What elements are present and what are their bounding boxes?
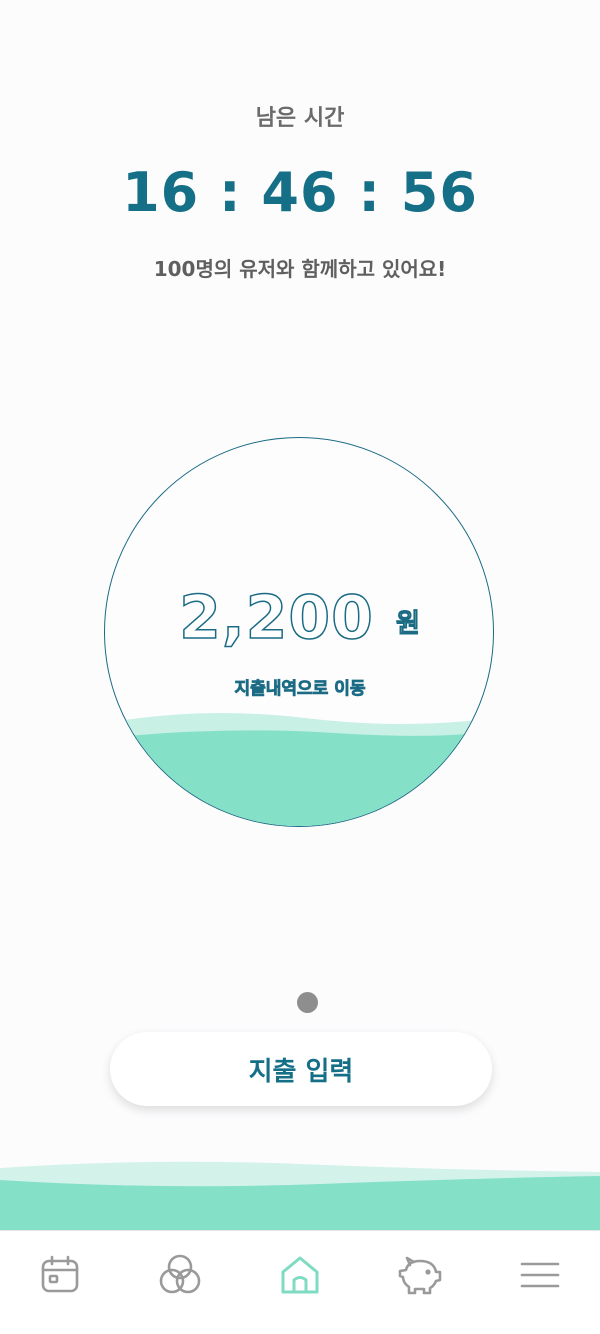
page-indicator-dot	[297, 992, 318, 1013]
bottom-tab-bar	[0, 1230, 600, 1334]
users-count-text: 100명의 유저와 함께하고 있어요!	[153, 257, 447, 281]
amount-value: 2,200	[178, 582, 374, 654]
currency-unit: 원	[395, 608, 421, 639]
menu-icon	[520, 1262, 560, 1288]
venn-circles-icon	[159, 1254, 201, 1294]
countdown-timer: 16 : 46 : 56	[122, 161, 478, 224]
tab-menu[interactable]	[514, 1249, 566, 1301]
tab-group[interactable]	[154, 1249, 206, 1301]
spending-gauge[interactable]: 2,200 원 지출내역으로 이동	[104, 437, 494, 827]
expense-input-button[interactable]: 지출 입력	[110, 1032, 492, 1106]
remaining-time-label: 남은 시간	[255, 106, 345, 131]
tab-calendar[interactable]	[34, 1249, 86, 1301]
tab-savings[interactable]	[394, 1249, 446, 1301]
piggy-bank-icon	[398, 1256, 442, 1295]
home-icon	[281, 1256, 319, 1294]
tab-home[interactable]	[274, 1249, 326, 1301]
bottom-wave-decoration	[0, 1161, 600, 1232]
go-to-history-link[interactable]: 지출내역으로 이동	[105, 674, 493, 700]
spent-amount: 2,200 원	[105, 582, 493, 654]
calendar-icon	[41, 1255, 79, 1293]
